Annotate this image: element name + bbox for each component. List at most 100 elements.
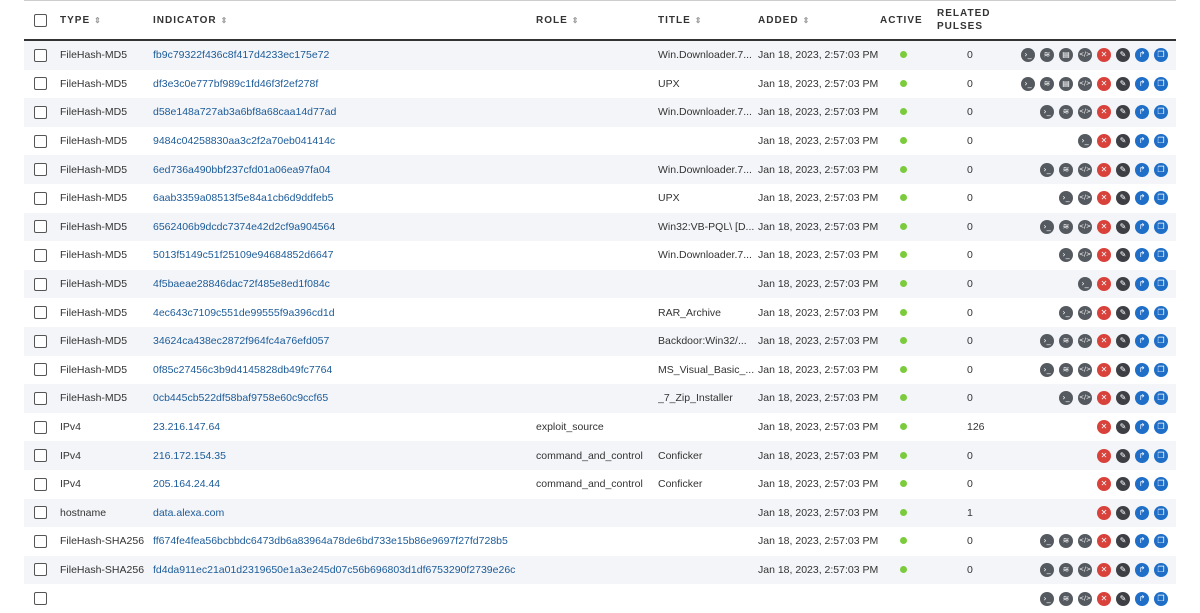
copy-icon[interactable]: ❐ <box>1154 477 1168 492</box>
wifi-icon[interactable]: ≋ <box>1059 105 1073 120</box>
column-indicator[interactable]: INDICATOR ⇕ <box>153 0 536 41</box>
indicator-link[interactable]: 4f5baeae28846dac72f485e8ed1f084c <box>153 278 330 290</box>
indicator-link[interactable]: fb9c79322f436c8f417d4233ec175e72 <box>153 49 329 61</box>
column-type[interactable]: TYPE ⇕ <box>60 0 153 41</box>
indicator-link[interactable]: 0f85c27456c3b9d4145828db49fc7764 <box>153 364 332 376</box>
delete-icon[interactable]: ✕ <box>1097 134 1111 149</box>
share-icon[interactable]: ↱ <box>1135 134 1149 149</box>
indicator-link[interactable]: 34624ca438ec2872f964fc4a76efd057 <box>153 335 329 347</box>
table-row[interactable]: IPv4 23.216.147.64 exploit_source Jan 18, 2… <box>24 413 1176 442</box>
share-icon[interactable]: ↱ <box>1135 277 1149 292</box>
edit-icon[interactable]: ✎ <box>1116 105 1130 120</box>
copy-icon[interactable]: ❐ <box>1154 248 1168 263</box>
terminal-icon[interactable]: ›_ <box>1040 562 1054 577</box>
table-row[interactable]: FileHash-SHA256 ff674fe4fea56bcbbdc6473db… <box>24 527 1176 556</box>
terminal-icon[interactable]: ›_ <box>1021 48 1035 63</box>
wifi-icon[interactable]: ≋ <box>1059 534 1073 549</box>
edit-icon[interactable]: ✎ <box>1116 191 1130 206</box>
table-row[interactable]: FileHash-MD5 d58e148a727ab3a6bf8a68caa14d… <box>24 98 1176 127</box>
delete-icon[interactable]: ✕ <box>1097 477 1111 492</box>
copy-icon[interactable]: ❐ <box>1154 448 1168 463</box>
terminal-icon[interactable]: ›_ <box>1040 362 1054 377</box>
copy-icon[interactable]: ❐ <box>1154 362 1168 377</box>
copy-icon[interactable]: ❐ <box>1154 134 1168 149</box>
edit-icon[interactable]: ✎ <box>1116 562 1130 577</box>
row-checkbox[interactable] <box>34 334 47 348</box>
indicator-link[interactable]: 9484c04258830aa3c2f2a70eb041414c <box>153 135 335 147</box>
share-icon[interactable]: ↱ <box>1135 362 1149 377</box>
code-icon[interactable]: </> <box>1078 334 1092 349</box>
edit-icon[interactable]: ✎ <box>1116 505 1130 520</box>
code-icon[interactable]: </> <box>1078 219 1092 234</box>
terminal-icon[interactable]: ›_ <box>1078 277 1092 292</box>
wifi-icon[interactable]: ≋ <box>1059 219 1073 234</box>
share-icon[interactable]: ↱ <box>1135 105 1149 120</box>
indicator-link[interactable]: 4ec643c7109c551de99555f9a396cd1d <box>153 307 335 319</box>
table-row[interactable]: FileHash-MD5 4ec643c7109c551de99555f9a396… <box>24 298 1176 327</box>
row-checkbox[interactable] <box>34 391 47 405</box>
table-row[interactable]: FileHash-MD5 0cb445cb522df58baf9758e60c9c… <box>24 384 1176 413</box>
row-checkbox[interactable] <box>34 105 47 119</box>
row-checkbox[interactable] <box>34 534 47 548</box>
code-icon[interactable]: </> <box>1078 534 1092 549</box>
terminal-icon[interactable]: ›_ <box>1040 534 1054 549</box>
table-row[interactable]: FileHash-SHA256 fd4da911ec21a01d2319650e1… <box>24 555 1176 585</box>
code-icon[interactable]: </> <box>1078 48 1092 63</box>
row-checkbox[interactable] <box>34 477 47 491</box>
delete-icon[interactable]: ✕ <box>1097 277 1111 292</box>
delete-icon[interactable]: ✕ <box>1097 591 1111 606</box>
indicator-link[interactable]: 216.172.154.35 <box>153 450 226 462</box>
terminal-icon[interactable]: ›_ <box>1040 105 1054 120</box>
delete-icon[interactable]: ✕ <box>1097 420 1111 435</box>
share-icon[interactable]: ↱ <box>1135 248 1149 263</box>
column-role[interactable]: ROLE ⇕ <box>536 0 658 41</box>
table-row[interactable]: FileHash-MD5 6562406b9dcdc7374e42d2cf9a90… <box>24 212 1176 242</box>
edit-icon[interactable]: ✎ <box>1116 305 1130 320</box>
edit-icon[interactable]: ✎ <box>1116 134 1130 149</box>
edit-icon[interactable]: ✎ <box>1116 162 1130 177</box>
edit-icon[interactable]: ✎ <box>1116 76 1130 91</box>
copy-icon[interactable]: ❐ <box>1154 219 1168 234</box>
terminal-icon[interactable]: ›_ <box>1040 219 1054 234</box>
code-icon[interactable]: </> <box>1078 305 1092 320</box>
share-icon[interactable]: ↱ <box>1135 420 1149 435</box>
terminal-icon[interactable]: ›_ <box>1021 76 1035 91</box>
indicator-link[interactable]: 205.164.24.44 <box>153 478 220 490</box>
share-icon[interactable]: ↱ <box>1135 76 1149 91</box>
edit-icon[interactable]: ✎ <box>1116 248 1130 263</box>
select-all-checkbox[interactable] <box>34 13 47 27</box>
share-icon[interactable]: ↱ <box>1135 477 1149 492</box>
table-row[interactable]: FileHash-MD5 0f85c27456c3b9d4145828db49fc… <box>24 356 1176 385</box>
table-row[interactable]: FileHash-MD5 9484c04258830aa3c2f2a70eb041… <box>24 127 1176 156</box>
table-row[interactable]: FileHash-MD5 4f5baeae28846dac72f485e8ed1f… <box>24 269 1176 299</box>
edit-icon[interactable]: ✎ <box>1116 362 1130 377</box>
delete-icon[interactable]: ✕ <box>1097 305 1111 320</box>
share-icon[interactable]: ↱ <box>1135 448 1149 463</box>
copy-icon[interactable]: ❐ <box>1154 562 1168 577</box>
edit-icon[interactable]: ✎ <box>1116 391 1130 406</box>
share-icon[interactable]: ↱ <box>1135 391 1149 406</box>
share-icon[interactable]: ↱ <box>1135 334 1149 349</box>
terminal-icon[interactable]: ›_ <box>1059 248 1073 263</box>
share-icon[interactable]: ↱ <box>1135 219 1149 234</box>
edit-icon[interactable]: ✎ <box>1116 448 1130 463</box>
indicator-link[interactable]: 5013f5149c51f25109e94684852d6647 <box>153 249 333 261</box>
indicator-link[interactable]: 6ed736a490bbf237cfd01a06ea97fa04 <box>153 164 331 176</box>
share-icon[interactable]: ↱ <box>1135 305 1149 320</box>
terminal-icon[interactable]: ›_ <box>1059 305 1073 320</box>
edit-icon[interactable]: ✎ <box>1116 477 1130 492</box>
share-icon[interactable]: ↱ <box>1135 505 1149 520</box>
delete-icon[interactable]: ✕ <box>1097 362 1111 377</box>
row-checkbox[interactable] <box>34 48 47 62</box>
copy-icon[interactable]: ❐ <box>1154 505 1168 520</box>
share-icon[interactable]: ↱ <box>1135 191 1149 206</box>
column-related-pulses[interactable]: RELATED PULSES <box>937 0 999 41</box>
terminal-icon[interactable]: ›_ <box>1040 162 1054 177</box>
indicator-link[interactable]: d58e148a727ab3a6bf8a68caa14d77ad <box>153 106 336 118</box>
edit-icon[interactable]: ✎ <box>1116 334 1130 349</box>
delete-icon[interactable]: ✕ <box>1097 219 1111 234</box>
terminal-icon[interactable]: ›_ <box>1059 391 1073 406</box>
terminal-icon[interactable]: ›_ <box>1040 591 1054 606</box>
indicator-link[interactable]: 6562406b9dcdc7374e42d2cf9a904564 <box>153 221 335 233</box>
column-added[interactable]: ADDED ⇕ <box>758 0 880 41</box>
